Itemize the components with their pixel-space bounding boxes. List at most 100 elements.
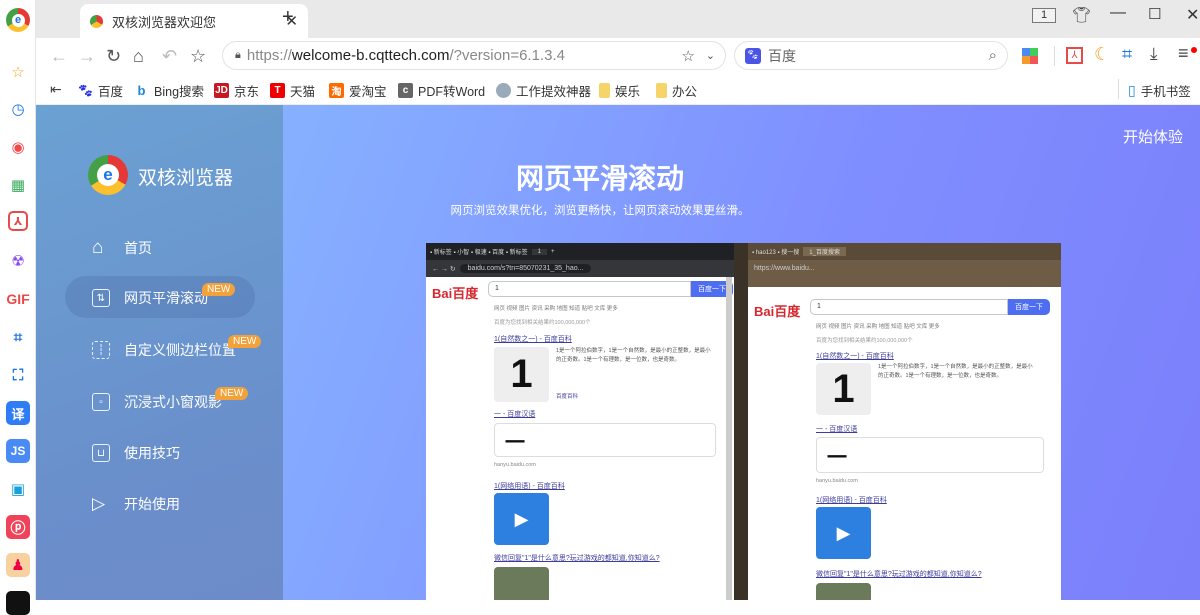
favorite-star-icon[interactable]: ☆ <box>682 47 695 65</box>
preview-urlbar: ← → ↻ baidu.com/s?tn=85070231_35_hao... <box>426 260 734 277</box>
preview-sidebar <box>734 243 748 600</box>
menu-label: 自定义侧边栏位置 <box>124 342 236 358</box>
bookmark-folder-office[interactable]: 办公 <box>656 81 697 100</box>
bookmark-label: 工作提效神器 <box>516 85 592 99</box>
menu-item-mini-window[interactable]: ▫ 沉浸式小窗观影 <box>92 392 222 412</box>
taobao-icon: 淘 <box>329 83 344 98</box>
crop-icon[interactable]: ⌗ <box>6 325 30 349</box>
tab-count-button[interactable]: 1 <box>1032 8 1056 23</box>
bookmark-folder-entertainment[interactable]: 娱乐 <box>599 81 640 100</box>
bookmark-star-button[interactable]: ☆ <box>190 46 206 67</box>
preview-search-input: 1 <box>488 281 691 297</box>
jd-icon: JD <box>214 83 229 98</box>
notification-dot <box>1191 47 1197 53</box>
back-button[interactable]: ← <box>50 46 68 67</box>
menu-label: 网页平滑滚动 <box>124 290 208 306</box>
undo-close-button[interactable]: ↶ <box>162 46 177 67</box>
new-badge: NEW <box>202 283 236 296</box>
baidu-engine-icon[interactable]: 🐾︎ <box>745 47 761 64</box>
bookmarks-bar: ⇤ 🐾︎ 百度 b Bing搜索 JD 京东 T 天猫 淘爱淘宝 c PDF转Word 工… <box>36 72 1200 105</box>
game-icon[interactable]: ♟ <box>6 553 30 577</box>
baidu-logo: Bai百度 <box>432 286 479 301</box>
minimize-button[interactable]: — <box>1110 4 1126 22</box>
download-icon[interactable]: ⤓ <box>1150 44 1158 64</box>
skin-icon[interactable]: 👕︎ <box>1072 6 1091 24</box>
home-button[interactable]: ⌂ <box>133 46 144 67</box>
close-window-button[interactable]: ✕ <box>1186 5 1199 25</box>
mobile-bookmarks-label: 手机书签 <box>1140 85 1191 99</box>
search-engine-label: 百度 <box>768 47 796 64</box>
pdf-icon[interactable]: ⅄ <box>8 211 28 231</box>
brand-logo-icon: e <box>88 155 128 195</box>
translate-icon[interactable]: 译 <box>6 401 30 425</box>
bookmark-baidu[interactable]: 🐾︎ 百度 <box>77 81 124 100</box>
preview-count: 百度为您找到相关结果约100,000,000个 <box>494 320 591 326</box>
maximize-button[interactable]: ☐ <box>1148 5 1161 23</box>
bookmark-jd[interactable]: JD 京东 <box>214 81 259 100</box>
bookmark-bing[interactable]: b Bing搜索 <box>134 81 205 100</box>
menu-item-home[interactable]: ⌂ 首页 <box>92 237 152 259</box>
gif-icon[interactable]: GIF <box>6 287 30 311</box>
pdf-tool-icon[interactable]: ⅄ <box>1066 47 1083 64</box>
new-badge: NEW <box>215 387 249 400</box>
menu-label: 使用技巧 <box>124 445 180 461</box>
menu-icon[interactable]: ≡ <box>1178 43 1189 64</box>
tab-welcome[interactable]: 双核浏览器欢迎您 ✕ <box>80 4 308 38</box>
tips-icon: ⊔ <box>92 444 110 462</box>
history-icon[interactable]: ◷ <box>6 97 30 121</box>
record-icon[interactable]: ◉ <box>6 135 30 159</box>
pdf2word-icon: c <box>398 83 413 98</box>
bookmark-label: 办公 <box>672 85 698 99</box>
favorites-icon[interactable]: ☆ <box>6 60 30 84</box>
browser-logo-icon[interactable]: e <box>6 8 30 32</box>
preview-chrome: ▪ 新标签 ▪ 小智 ▪ 极速 ▪ 百度 ▪ 新标签 1 + ← → ↻ bai… <box>426 243 734 600</box>
js-icon[interactable]: JS <box>6 439 30 463</box>
tiktok-icon[interactable] <box>6 591 30 615</box>
menu-item-tips[interactable]: ⊔ 使用技巧 <box>92 443 180 463</box>
baidu-icon: 🐾︎ <box>77 82 94 98</box>
reload-button[interactable]: ↻ <box>106 46 121 67</box>
feature-title: 网页平滑滚动 <box>515 163 684 194</box>
vertical-sidebar: e ☆ ◷ ◉ ▦ ⅄ ☢ GIF ⌗ ⛶ 译 JS ▣ ⓟ ♟ <box>0 0 36 615</box>
sidebar-position-icon: ┆ <box>92 341 110 359</box>
preview-result: 1(自然数之一) - 百度百科 <box>494 336 572 343</box>
phone-icon: ▯ <box>1128 82 1136 98</box>
apps-icon[interactable] <box>1022 48 1038 64</box>
qrcode-icon[interactable]: ▦ <box>6 173 30 197</box>
forward-button[interactable]: → <box>78 46 96 67</box>
menu-item-start[interactable]: ▷ 开始使用 <box>92 494 180 514</box>
divider <box>1118 79 1119 99</box>
toggle-sidebar-icon[interactable]: ⇤ <box>50 81 62 98</box>
search-box[interactable]: 🐾︎ 百度 ⌕ <box>734 41 1008 70</box>
start-experience-link[interactable]: 开始体验 <box>1123 126 1183 147</box>
bookmark-aitaobao[interactable]: 淘爱淘宝 <box>329 81 387 100</box>
menu-label: 首页 <box>124 240 152 256</box>
bookmark-tmall[interactable]: T 天猫 <box>270 81 315 100</box>
tab-bar: 双核浏览器欢迎您 ✕ + 1 👕︎ — ☐ ✕ <box>36 0 1200 38</box>
screenshot-crop-icon[interactable]: ⌗ <box>1122 44 1132 65</box>
remote-desktop-icon[interactable]: ▣ <box>6 477 30 501</box>
bookmark-pdf2word[interactable]: c PDF转Word <box>398 81 485 100</box>
preview-dual-browser: ▪ hao123 ▪ 搜一搜 1_百度搜索 https://www.baidu.… <box>748 243 1061 600</box>
mini-window-icon: ▫ <box>92 393 110 411</box>
scroll-icon: ⇅ <box>92 289 110 307</box>
dropdown-chevron-icon[interactable]: ⌄ <box>706 49 715 62</box>
bookmark-tools[interactable]: 工作提效神器 <box>496 81 591 100</box>
address-bar[interactable]: 🔒︎ https://welcome-b.cqttech.com/?versio… <box>222 41 726 70</box>
search-icon[interactable]: ⌕ <box>989 47 997 64</box>
tmall-icon: T <box>270 83 285 98</box>
mobile-bookmarks-button[interactable]: ▯ 手机书签 <box>1128 81 1191 100</box>
night-mode-icon[interactable]: ☾ <box>1094 44 1110 65</box>
new-tab-button[interactable]: + <box>282 6 294 29</box>
url-path: /?version=6.1.3.4 <box>449 47 565 64</box>
menu-item-smooth-scroll[interactable]: ⇅ 网页平滑滚动 <box>92 288 208 308</box>
ocr-icon[interactable]: ⛶ <box>6 363 30 387</box>
preview-result: 一 - 百度汉语 <box>494 411 536 418</box>
bookmark-label: 百度 <box>98 85 124 99</box>
menu-item-sidebar-position[interactable]: ┆ 自定义侧边栏位置 <box>92 340 236 360</box>
tab-favicon-icon <box>90 14 103 28</box>
new-badge: NEW <box>228 335 262 348</box>
chat-icon[interactable]: ⓟ <box>6 515 30 539</box>
bug-icon[interactable]: ☢ <box>6 249 30 273</box>
menu-label: 沉浸式小窗观影 <box>124 394 222 410</box>
